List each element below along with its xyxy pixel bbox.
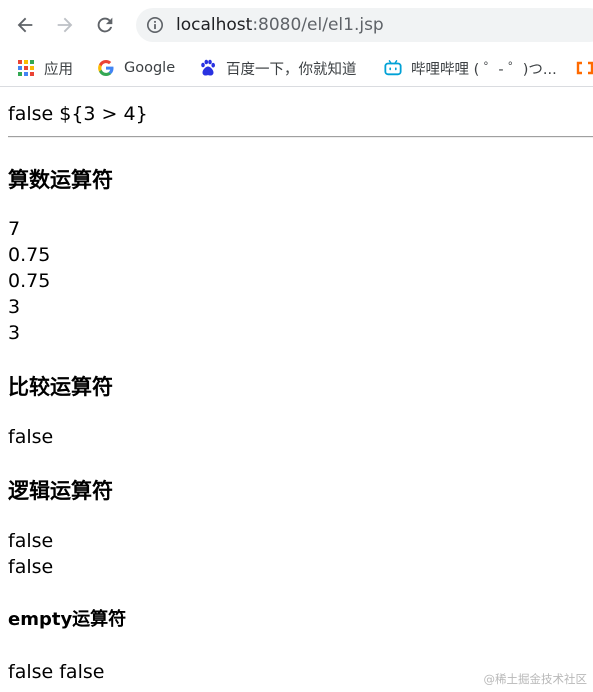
- address-bar[interactable]: localhost:8080/el/el1.jsp: [136, 8, 593, 42]
- logic-heading: 逻辑运算符: [8, 479, 113, 503]
- url-host: localhost: [176, 15, 253, 35]
- browser-toolbar: localhost:8080/el/el1.jsp: [0, 0, 593, 50]
- bookmark-google[interactable]: Google: [97, 50, 175, 86]
- orange-bracket-icon: [576, 59, 593, 77]
- bilibili-tv-icon: [384, 59, 402, 77]
- baidu-paw-icon: [199, 59, 217, 77]
- reload-icon: [97, 17, 113, 33]
- arith-heading: 算数运算符: [8, 168, 113, 192]
- apps-grid-icon: [17, 59, 35, 77]
- logic-result: false: [8, 530, 54, 552]
- arrow-right-icon: [57, 17, 73, 33]
- arith-result: 7: [8, 218, 21, 240]
- arith-result: 3: [8, 322, 21, 344]
- watermark: @稀土掘金技术社区: [483, 672, 588, 686]
- bookmark-baidu[interactable]: 百度一下，你就知道: [199, 50, 357, 86]
- bookmark-label: Google: [124, 60, 176, 76]
- reload-button[interactable]: [90, 10, 120, 40]
- url-path: :8080/el/el1.jsp: [252, 15, 384, 35]
- bookmark-label: 哔哩哔哩 ( ゜- ゜)つ...: [411, 61, 557, 78]
- forward-button[interactable]: [50, 10, 80, 40]
- horizontal-rule: [8, 136, 593, 138]
- compare-result: false: [8, 426, 54, 448]
- empty-heading: empty运算符: [8, 609, 127, 630]
- arith-result: 0.75: [8, 244, 51, 266]
- bookmark-label: 应用: [44, 61, 73, 78]
- bookmark-bilibili[interactable]: 哔哩哔哩 ( ゜- ゜)つ...: [384, 50, 557, 86]
- empty-result: false false: [8, 661, 105, 683]
- url-text[interactable]: localhost:8080/el/el1.jsp: [176, 15, 384, 35]
- arith-result: 0.75: [8, 270, 51, 292]
- expression-escaped-line: false ${3 > 4}: [8, 103, 148, 125]
- info-icon[interactable]: [146, 16, 164, 34]
- bookmark-label: 百度一下，你就知道: [226, 61, 357, 78]
- back-button[interactable]: [10, 10, 40, 40]
- bookmark-apps[interactable]: 应用: [17, 50, 73, 86]
- bookmarks-bar: 应用 Google 百度一下，你就知道 哔哩哔哩 (゜- ゜)つ...: [0, 50, 593, 87]
- logic-result: false: [8, 556, 54, 578]
- google-g-icon: [97, 59, 115, 77]
- arrow-left-icon: [17, 17, 33, 33]
- arith-result: 3: [8, 296, 21, 318]
- compare-heading: 比较运算符: [8, 375, 113, 399]
- bookmark-overflow[interactable]: [576, 50, 593, 86]
